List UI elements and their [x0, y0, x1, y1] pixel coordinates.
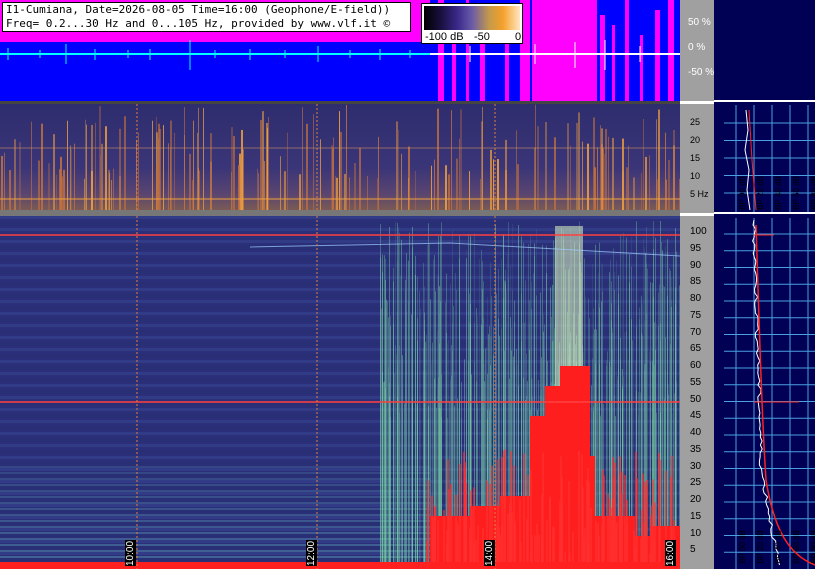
low-freq-label-5: 5 Hz: [690, 189, 709, 199]
scale-label-max: 0: [515, 31, 522, 43]
high-frequency-graphic: [0, 216, 680, 569]
bp-label-bp_labels_bottom-1: BP 20 dB: [756, 530, 765, 564]
high-freq-label-65: 65: [690, 343, 702, 355]
high-freq-label-25: 25: [690, 477, 702, 489]
high-freq-label-95: 95: [690, 242, 702, 254]
high-freq-label-45: 45: [690, 410, 702, 422]
high-freq-label-90: 90: [690, 259, 702, 271]
time-label-10: 10:00: [125, 540, 136, 566]
high-freq-label-80: 80: [690, 293, 702, 304]
low-freq-label-15: 15: [690, 153, 701, 163]
high-freq-label-55: 55: [690, 376, 702, 388]
percent-label-zero: 0 %: [688, 42, 706, 53]
bp-label-bp_labels_bottom-2: BP 40 dB: [774, 530, 783, 564]
bp-label-bp_labels_top-0: BP 00 dB: [738, 176, 747, 210]
time-label-14: 14:00: [484, 540, 495, 566]
header-info-box: I1-Cumiana, Date=2026-08-05 Time=16:00 (…: [2, 2, 411, 32]
time-label-12: 12:00: [306, 540, 317, 566]
high-freq-label-40: 40: [690, 427, 702, 438]
bp-label-bp_labels_top-3: BP 60 dB: [792, 176, 801, 210]
bp-label-bp_labels_bottom-0: BP 00 dB: [738, 530, 747, 564]
high-freq-label-70: 70: [690, 326, 702, 338]
high-freq-label-35: 35: [690, 443, 702, 455]
bp-label-bp_labels_bottom-4: BP 80 dB: [810, 530, 815, 564]
high-freq-label-30: 30: [690, 460, 702, 472]
high-freq-label-50: 50: [690, 393, 702, 405]
low-freq-label-25: 25: [690, 117, 701, 127]
low-freq-label-20: 20: [690, 135, 701, 145]
bp-label-bp_labels_top-2: BP 40 dB: [774, 176, 783, 210]
side-spectrum-graphic: [714, 100, 815, 569]
high-freq-label-85: 85: [690, 276, 702, 288]
bp-label-bp_labels_bottom-3: BP 60 dB: [792, 530, 801, 564]
bp-label-bp_labels_top-4: BP 80 dB: [810, 176, 815, 210]
header-line-1: I1-Cumiana, Date=2026-08-05 Time=16:00 (…: [6, 3, 391, 16]
side-spectrum-panel: [714, 0, 815, 569]
bp-label-bp_labels_top-1: BP 20 dB: [756, 176, 765, 210]
scale-label-min: -100 dB: [425, 31, 464, 43]
high-freq-label-60: 60: [690, 360, 702, 371]
high-freq-label-5: 5: [690, 544, 696, 556]
color-scale-legend: -100 dB -50 0: [421, 3, 523, 44]
percent-label-top: 50 %: [688, 17, 711, 28]
scale-label-mid: -50: [474, 31, 490, 43]
time-label-16: 16:00: [665, 540, 676, 566]
color-scale-bar: [424, 6, 520, 30]
high-freq-label-20: 20: [690, 494, 702, 505]
low-frequency-streaks: [0, 104, 680, 210]
axis-divider-2: [680, 213, 714, 216]
high-freq-label-100: 100: [690, 226, 707, 237]
high-freq-label-75: 75: [690, 309, 702, 321]
high-freq-label-15: 15: [690, 510, 702, 522]
low-frequency-spectrogram: [0, 104, 680, 210]
high-frequency-spectrogram: [0, 216, 680, 569]
high-freq-label-10: 10: [690, 527, 702, 539]
low-freq-label-10: 10: [690, 171, 701, 181]
percent-label-bottom: -50 %: [688, 67, 715, 78]
axis-divider-1: [680, 101, 714, 104]
header-line-2: Freq= 0.2...30 Hz and 0...105 Hz, provid…: [6, 17, 391, 30]
